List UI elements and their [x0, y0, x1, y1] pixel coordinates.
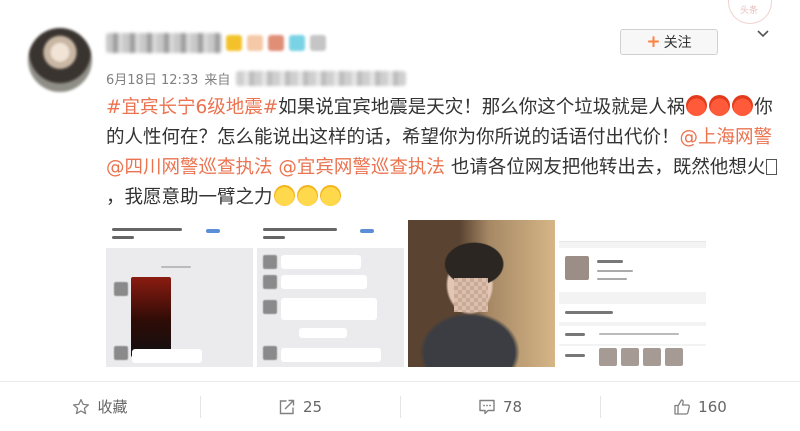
weibo-post-card: 头条 6月18日 12:33 来自 + 关注 #宜宾长宁6级地震#如果说宜宾地震… — [0, 0, 800, 431]
mention-link-2[interactable]: @四川网警巡查执法 — [106, 157, 273, 178]
content-text-3: 也请各位网友把他转出去，既然他想火 — [450, 157, 766, 178]
like-count: 160 — [698, 397, 727, 416]
comment-icon — [479, 399, 495, 414]
post-timestamp[interactable]: 6月18日 12:33 — [106, 69, 198, 88]
action-bar: 收藏 25 78 160 — [0, 382, 800, 431]
source-prefix: 来自 — [204, 73, 231, 88]
favorite-label: 收藏 — [97, 398, 128, 416]
repost-icon — [279, 399, 295, 414]
cover-face-emoji-icon — [319, 185, 341, 206]
follow-label: 关注 — [663, 35, 692, 51]
image-thumbnail[interactable] — [408, 220, 555, 367]
plus-icon: + — [646, 32, 661, 52]
comment-button[interactable]: 78 — [400, 382, 600, 431]
image-thumbnail[interactable] — [106, 220, 253, 367]
star-icon — [73, 398, 90, 414]
medal-badge-icon — [268, 35, 284, 51]
user-badges — [226, 35, 326, 51]
extra-badge-icon — [310, 35, 326, 51]
mention-link-1[interactable]: @上海网警 — [680, 127, 773, 148]
source-blurred[interactable] — [236, 71, 407, 86]
content-text-4: ，我愿意助一臂之力 — [106, 187, 273, 208]
image-thumbnail[interactable] — [257, 220, 404, 367]
favorite-button[interactable]: 收藏 — [0, 382, 200, 431]
angry-emoji-icon — [732, 95, 754, 116]
chevron-down-icon[interactable] — [756, 27, 770, 41]
follow-button[interactable]: + 关注 — [620, 29, 718, 55]
topic-link[interactable]: #宜宾长宁6级地震# — [106, 97, 278, 118]
post-content: #宜宾长宁6级地震#如果说宜宾地震是天灾！那么你这个垃圾就是人祸 你的人性何在？怎… — [106, 93, 786, 213]
cover-face-emoji-icon — [296, 185, 318, 206]
username-blurred[interactable] — [106, 33, 222, 53]
content-text-1: 如果说宜宾地震是天灾！那么你这个垃圾就是人祸 — [278, 97, 686, 118]
vip-badge-icon — [226, 35, 242, 51]
missing-glyph-box — [766, 159, 778, 175]
like-button[interactable]: 160 — [600, 382, 800, 431]
avatar[interactable] — [28, 28, 92, 92]
cover-face-emoji-icon — [273, 185, 295, 206]
repost-count: 25 — [302, 397, 323, 416]
level-badge-icon — [247, 35, 263, 51]
angry-emoji-icon — [686, 95, 708, 116]
member-badge-icon — [289, 35, 305, 51]
stamp-decoration: 头条 — [728, 0, 772, 24]
image-thumbnail[interactable] — [559, 220, 706, 367]
comment-count: 78 — [502, 397, 523, 416]
mention-link-3[interactable]: @宜宾网警巡查执法 — [278, 157, 445, 178]
thumbs-up-icon — [674, 398, 691, 415]
image-grid — [106, 220, 706, 367]
post-meta: 6月18日 12:33 来自 — [106, 69, 407, 88]
repost-button[interactable]: 25 — [200, 382, 400, 431]
angry-emoji-icon — [709, 95, 731, 116]
